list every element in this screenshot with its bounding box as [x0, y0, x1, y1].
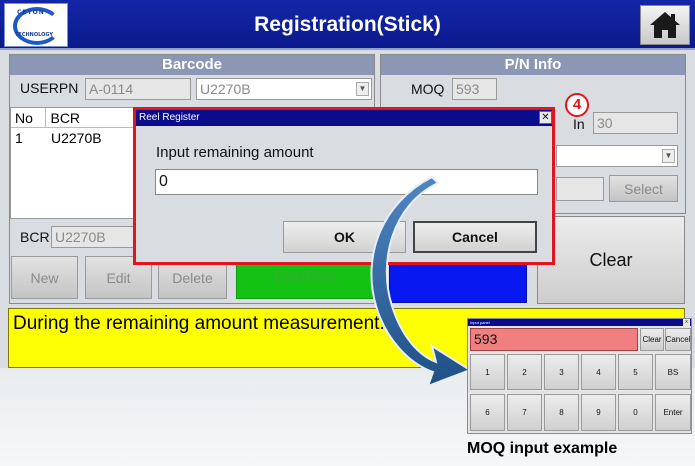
- remaining-amount-input[interactable]: 0: [155, 169, 538, 195]
- keypad-display[interactable]: 593: [470, 328, 638, 351]
- keypad-key[interactable]: 5: [618, 354, 653, 390]
- in-field[interactable]: 30: [593, 112, 678, 134]
- bcr-label: BCR: [20, 229, 50, 245]
- keypad-enter-key[interactable]: Enter: [655, 394, 691, 431]
- cancel-button[interactable]: Cancel: [413, 221, 537, 253]
- keypad-key[interactable]: 7: [507, 394, 542, 431]
- userpn-field[interactable]: A-0114: [85, 78, 191, 100]
- barcode-panel-heading: Barcode: [10, 55, 374, 75]
- caption-text: MOQ input example: [467, 440, 618, 457]
- keypad-key[interactable]: 2: [507, 354, 542, 390]
- chevron-down-icon[interactable]: ▼: [662, 149, 675, 163]
- column-header-no: No: [11, 108, 47, 127]
- keypad-key[interactable]: 4: [581, 354, 616, 390]
- clear-button[interactable]: Clear: [537, 216, 685, 304]
- list-item-no: 1: [15, 130, 23, 146]
- keypad-title: Input panel: [468, 319, 691, 326]
- input-panel-keypad: Input panel x 593 Clear Cancel 1 2 3 4 5…: [467, 318, 692, 434]
- list-item[interactable]: 1 U2270B: [11, 128, 139, 148]
- pn-info-heading: P/N Info: [381, 55, 685, 75]
- page-title: Registration(Stick): [254, 13, 441, 36]
- keypad-key[interactable]: 9: [581, 394, 616, 431]
- bcr-field[interactable]: U2270B: [51, 226, 139, 248]
- moq-label: MOQ: [411, 81, 445, 97]
- reel-register-dialog: Reel Register ✕ Input remaining amount 0…: [136, 110, 552, 262]
- in-label: In: [573, 116, 585, 132]
- home-button[interactable]: [640, 5, 690, 45]
- bcr-list-header: No BCR: [11, 108, 139, 128]
- select-button[interactable]: Select: [609, 175, 678, 202]
- dialog-title: Reel Register: [136, 110, 552, 126]
- bcr-list[interactable]: No BCR 1 U2270B: [10, 107, 140, 219]
- close-icon[interactable]: x: [683, 319, 690, 326]
- keypad-key[interactable]: 0: [618, 394, 653, 431]
- keypad-cancel-key[interactable]: Cancel: [665, 328, 691, 351]
- select-field[interactable]: [556, 177, 604, 201]
- new-button[interactable]: New: [11, 256, 78, 299]
- userpn-label: USERPN: [20, 80, 79, 96]
- dialog-prompt: Input remaining amount: [156, 144, 314, 161]
- column-header-bcr: BCR: [50, 110, 81, 126]
- userpn-combo-value: U2270B: [200, 81, 251, 97]
- pn-combo[interactable]: ▼: [556, 145, 678, 167]
- keypad-backspace-key[interactable]: BS: [655, 354, 691, 390]
- close-icon[interactable]: ✕: [539, 111, 552, 124]
- keypad-key[interactable]: 8: [544, 394, 579, 431]
- moq-field[interactable]: 593: [452, 78, 497, 100]
- keypad-clear-key[interactable]: Clear: [640, 328, 664, 351]
- chevron-down-icon[interactable]: ▼: [356, 82, 369, 96]
- ok-button[interactable]: OK: [283, 221, 406, 253]
- keypad-key[interactable]: 1: [470, 354, 505, 390]
- list-item-bcr: U2270B: [51, 130, 102, 146]
- status-message: During the remaining amount measurement.: [13, 313, 385, 334]
- keypad-key[interactable]: 3: [544, 354, 579, 390]
- keypad-key[interactable]: 6: [470, 394, 505, 431]
- step-number-badge: 4: [565, 93, 589, 117]
- userpn-combo[interactable]: U2270B ▼: [196, 78, 372, 100]
- home-icon: [650, 12, 680, 38]
